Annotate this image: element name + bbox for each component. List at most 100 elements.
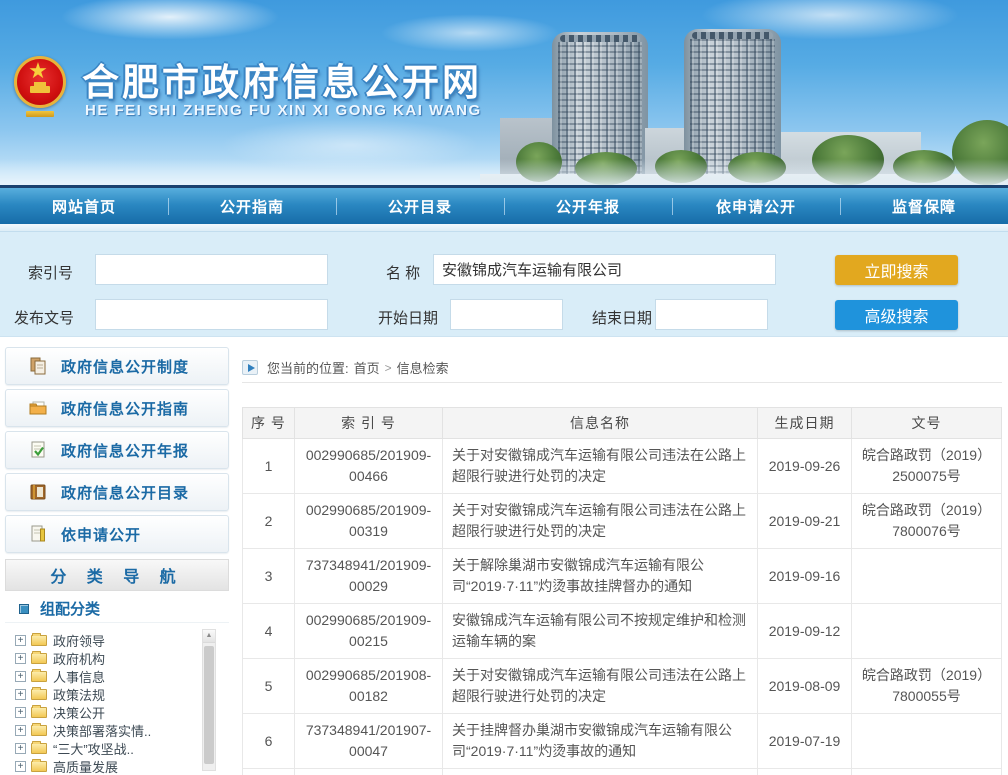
emblem-star: ★	[12, 58, 64, 84]
expand-plus-icon[interactable]: +	[15, 761, 26, 772]
table-row: 6 737348941/201907-00047 关于挂牌督办巢湖市安徽锦成汽车…	[243, 714, 1002, 769]
cell-serial: 2	[243, 494, 295, 549]
index-number-label: 索引号	[28, 262, 73, 283]
nav-bottom-strip	[0, 224, 1008, 231]
header-fade	[0, 159, 1008, 185]
folder-icon	[31, 653, 47, 664]
cell-docno: 皖合路政罚（2019）7800055号	[852, 659, 1002, 714]
cell-docno: 皖合路政罚（2019）7800076号	[852, 494, 1002, 549]
tree-item-policies-regulations[interactable]: + 政策法规	[15, 685, 229, 703]
end-date-input[interactable]	[655, 299, 768, 330]
cell-docno: 皖合路政罚（2019）2500075号	[852, 439, 1002, 494]
cell-docno	[852, 714, 1002, 769]
scrollbar-thumb[interactable]	[204, 646, 214, 764]
emblem-gate	[30, 86, 50, 93]
sidebar-item-apply-disclosure[interactable]: 依申请公开	[5, 515, 229, 553]
nav-item-home[interactable]: 网站首页	[0, 188, 168, 224]
cell-date: 2019-09-12	[758, 604, 852, 659]
square-bullet-icon	[19, 604, 29, 614]
site-header-banner: ★ 合肥市政府信息公开网 HE FEI SHI ZHENG FU XIN XI …	[0, 0, 1008, 185]
cell-date: 2019-08-09	[758, 659, 852, 714]
results-table: 序 号 索 引 号 信息名称 生成日期 文号 1 002990685/20190…	[242, 407, 1002, 775]
name-input[interactable]	[433, 254, 776, 285]
start-date-label: 开始日期	[378, 307, 438, 328]
cell-serial: 1	[243, 439, 295, 494]
expand-plus-icon[interactable]: +	[15, 725, 26, 736]
sidebar-item-label: 政府信息公开目录	[61, 482, 189, 503]
column-header-title: 信息名称	[443, 408, 758, 439]
table-row: 3 737348941/201909-00029 关于解除巢湖市安徽锦成汽车运输…	[243, 549, 1002, 604]
cell-index: 002990685/201909-00215	[295, 604, 443, 659]
book-icon	[28, 482, 48, 502]
cell-serial: 3	[243, 549, 295, 604]
category-tree: + 政府领导 + 政府机构 + 人事信息 + 政策法规	[5, 623, 229, 775]
expand-plus-icon[interactable]: +	[15, 689, 26, 700]
sidebar-item-disclosure-system[interactable]: 政府信息公开制度	[5, 347, 229, 385]
cell-title-link[interactable]: 关于对安徽锦成汽车运输有限公司违法在公路上超限行驶进行处罚的决定	[443, 494, 758, 549]
expand-plus-icon[interactable]: +	[15, 743, 26, 754]
sidebar-item-label: 依申请公开	[61, 524, 141, 545]
table-header-row: 序 号 索 引 号 信息名称 生成日期 文号	[243, 408, 1002, 439]
cell-title-link[interactable]: 关于对安徽锦成汽车运输有限公司违法在公路上超限行驶进行处罚的决定	[443, 659, 758, 714]
cell-title-link[interactable]: 关于解除巢湖市安徽锦成汽车运输有限公司“2019·7·11”灼烫事故挂牌督办的通…	[443, 549, 758, 604]
expand-plus-icon[interactable]: +	[15, 707, 26, 718]
tree-item-decision-disclosure[interactable]: + 决策公开	[15, 703, 229, 721]
tree-item-gov-leaders[interactable]: + 政府领导	[15, 631, 229, 649]
arrow-right-icon	[242, 360, 258, 375]
tree-item-personnel-info[interactable]: + 人事信息	[15, 667, 229, 685]
tree-scrollbar[interactable]: ▲	[202, 629, 216, 771]
nav-item-supervision[interactable]: 监督保障	[840, 188, 1008, 224]
cell-title-link[interactable]: 关于对安徽锦成汽车运输有限公司违法在公路上超限行驶进行处罚的决定	[443, 439, 758, 494]
cell-date: 2019-07-19	[758, 714, 852, 769]
scrollbar-up-arrow[interactable]: ▲	[203, 630, 215, 643]
start-date-input[interactable]	[450, 299, 563, 330]
sidebar-item-disclosure-catalog[interactable]: 政府信息公开目录	[5, 473, 229, 511]
report-icon	[28, 440, 48, 460]
cloud-decoration	[60, 0, 280, 40]
nav-item-apply[interactable]: 依申请公开	[672, 188, 840, 224]
site-title: 合肥市政府信息公开网	[82, 52, 482, 106]
page: ★ 合肥市政府信息公开网 HE FEI SHI ZHENG FU XIN XI …	[0, 0, 1008, 775]
doc-number-input[interactable]	[95, 299, 328, 330]
cell-date: 2019-09-21	[758, 494, 852, 549]
nav-item-guide[interactable]: 公开指南	[168, 188, 336, 224]
content-area: 政府信息公开制度 政府信息公开指南 政府信息公开年报	[0, 337, 1008, 775]
tree-item-three-battles[interactable]: + “三大”攻坚战..	[15, 739, 229, 757]
table-row: 4 002990685/201909-00215 安徽锦成汽车运输有限公司不按规…	[243, 604, 1002, 659]
nav-item-catalog[interactable]: 公开目录	[336, 188, 504, 224]
search-panel: 索引号 名 称 立即搜索 发布文号 开始日期 结束日期 高级搜索	[0, 231, 1008, 337]
folder-icon	[31, 725, 47, 736]
tree-item-gov-agencies[interactable]: + 政府机构	[15, 649, 229, 667]
cell-serial: 4	[243, 604, 295, 659]
cell-serial: 5	[243, 659, 295, 714]
sidebar-item-disclosure-guide[interactable]: 政府信息公开指南	[5, 389, 229, 427]
breadcrumb-separator: >	[385, 361, 392, 375]
sidebar-item-annual-report[interactable]: 政府信息公开年报	[5, 431, 229, 469]
expand-plus-icon[interactable]: +	[15, 671, 26, 682]
expand-plus-icon[interactable]: +	[15, 653, 26, 664]
search-now-button[interactable]: 立即搜索	[835, 255, 958, 285]
doc-number-label: 发布文号	[14, 307, 74, 328]
nav-item-annual-report[interactable]: 公开年报	[504, 188, 672, 224]
cell-title-link[interactable]: 关于挂牌督办巢湖市安徽锦成汽车运输有限公司“2019·7·11”灼烫事故的通知	[443, 714, 758, 769]
cell-docno	[852, 604, 1002, 659]
cell-serial: 6	[243, 714, 295, 769]
folder-icon	[31, 671, 47, 682]
advanced-search-button[interactable]: 高级搜索	[835, 300, 958, 330]
index-number-input[interactable]	[95, 254, 328, 285]
category-group-toggle[interactable]: 组配分类	[5, 595, 229, 623]
application-icon	[28, 524, 48, 544]
expand-plus-icon[interactable]: +	[15, 635, 26, 646]
table-row: 2 002990685/201909-00319 关于对安徽锦成汽车运输有限公司…	[243, 494, 1002, 549]
tree-item-high-quality-development[interactable]: + 高质量发展	[15, 757, 229, 775]
sidebar-item-label: 政府信息公开指南	[61, 398, 189, 419]
name-label: 名 称	[386, 262, 420, 283]
table-row: 1 002990685/201909-00466 关于对安徽锦成汽车运输有限公司…	[243, 439, 1002, 494]
site-subtitle-pinyin: HE FEI SHI ZHENG FU XIN XI GONG KAI WANG	[85, 102, 482, 119]
breadcrumb-home-link[interactable]: 首页	[354, 358, 380, 377]
cell-date: 2019-09-16	[758, 549, 852, 604]
table-row: 5 002990685/201908-00182 关于对安徽锦成汽车运输有限公司…	[243, 659, 1002, 714]
tree-item-decision-implementation[interactable]: + 决策部署落实情..	[15, 721, 229, 739]
table-row-partial	[243, 769, 1002, 775]
cell-title-link[interactable]: 安徽锦成汽车运输有限公司不按规定维护和检测运输车辆的案	[443, 604, 758, 659]
